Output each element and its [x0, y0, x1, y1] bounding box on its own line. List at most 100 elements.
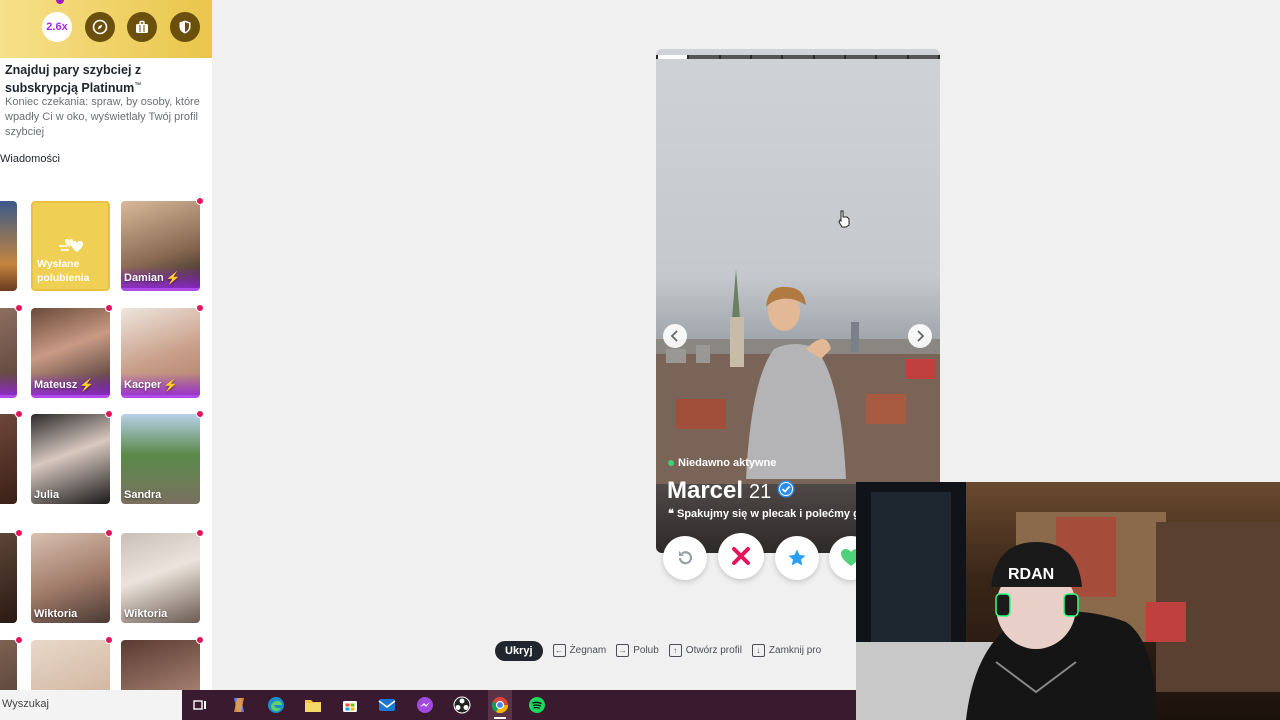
shield-icon[interactable] — [170, 12, 200, 42]
match-card-partial[interactable] — [0, 414, 17, 504]
online-indicator — [668, 460, 674, 466]
match-name: Damian ⚡ — [124, 271, 181, 285]
spotify-icon[interactable] — [527, 695, 547, 715]
match-card-partial[interactable] — [0, 640, 17, 690]
promo-description: Koniec czekania: spraw, by osoby, które … — [5, 96, 200, 138]
profile-name: Marcel 21 — [667, 477, 795, 505]
boost-multiplier-label: 2.6x — [46, 21, 68, 33]
match-card-partial[interactable] — [121, 640, 200, 690]
unread-dot — [196, 197, 204, 205]
search-placeholder: Wyszukaj — [2, 698, 49, 710]
match-card-partial[interactable] — [0, 308, 17, 398]
boost-icon: ⚡ — [79, 378, 95, 392]
unread-dot — [15, 410, 23, 418]
match-name: Mateusz ⚡ — [34, 378, 95, 392]
keyboard-shortcuts-bar: Ukryj ← Żegnam → Polub ↑ Otwórz profil ↓ Zam… — [495, 640, 821, 661]
profile-card[interactable]: Niedawno aktywne Marcel 21 ❝ Spakujmy się… — [656, 49, 940, 553]
match-card[interactable]: Mateusz ⚡ — [31, 308, 110, 398]
match-card[interactable]: Kacper ⚡ — [121, 308, 200, 398]
rewind-button[interactable] — [663, 536, 707, 580]
photo-progress-segment — [908, 55, 938, 59]
hand-cursor-icon — [838, 210, 850, 228]
taskbar: Wyszukaj — [0, 690, 856, 720]
match-card-partial[interactable] — [0, 533, 17, 623]
photo-progress-segment — [658, 55, 688, 59]
profile-bio: ❝ Spakujmy się w plecak i polećmy g — [668, 508, 860, 520]
active-app-indicator — [494, 717, 506, 719]
photo-progress-segment — [877, 55, 907, 59]
hearts-icon — [59, 238, 83, 252]
sent-likes-card[interactable]: Wysłane polubienia — [31, 201, 110, 291]
match-card-partial[interactable] — [0, 201, 17, 291]
edge-icon[interactable] — [266, 695, 286, 715]
arrow-right-key-icon: → — [616, 644, 630, 657]
chevron-right-icon — [917, 330, 925, 342]
star-icon — [788, 549, 806, 566]
shortcut-open-profile: ↑ Otwórz profil — [668, 644, 742, 657]
unread-dot — [105, 410, 113, 418]
shortcut-nope: ← Żegnam — [552, 644, 606, 657]
verified-badge-icon — [777, 480, 795, 498]
match-name: Kacper ⚡ — [124, 378, 179, 392]
photo-progress-segment — [720, 55, 750, 59]
explore-icon[interactable] — [85, 12, 115, 42]
store-icon[interactable] — [340, 695, 360, 715]
messages-tab[interactable]: Wiadomości — [0, 153, 60, 165]
rewind-icon — [678, 551, 693, 565]
match-name: Wiktoria — [124, 608, 168, 620]
next-photo-button[interactable] — [908, 324, 932, 348]
match-card[interactable]: Julia — [31, 414, 110, 504]
match-card[interactable]: Sandra — [121, 414, 200, 504]
taskbar-search[interactable]: Wyszukaj — [0, 690, 182, 720]
promo-title[interactable]: Znajduj pary szybciej z subskrypcją Plat… — [5, 62, 205, 96]
boost-multiplier-button[interactable]: 2.6x — [42, 12, 72, 42]
arrow-up-key-icon: ↑ — [668, 644, 682, 657]
messenger-icon[interactable] — [415, 695, 435, 715]
unread-dot — [15, 529, 23, 537]
notification-dot — [56, 0, 64, 4]
match-name: Sandra — [124, 489, 162, 501]
photo-progress-segment — [783, 55, 813, 59]
unread-dot — [196, 410, 204, 418]
task-view-icon[interactable] — [190, 695, 210, 715]
shortcut-like: → Polub — [616, 644, 659, 657]
mail-icon[interactable] — [377, 695, 397, 715]
close-icon — [732, 547, 750, 565]
file-explorer-icon[interactable] — [303, 695, 323, 715]
photo-progress-segment — [751, 55, 782, 59]
match-card[interactable]: Wiktoria — [121, 533, 200, 623]
unread-dot — [105, 304, 113, 312]
obs-icon[interactable] — [452, 695, 472, 715]
arrow-down-key-icon: ↓ — [751, 644, 765, 657]
photo-progress-segment — [814, 55, 844, 59]
webcam-video: RDAN — [856, 482, 1280, 720]
webcam-overlay: RDAN — [856, 482, 1280, 720]
photo-progress-segment — [689, 55, 719, 59]
match-name: Julia — [34, 489, 60, 501]
copilot-icon[interactable] — [229, 695, 249, 715]
shortcut-close-profile: ↓ Zamknij pro — [751, 644, 821, 657]
match-card-partial[interactable] — [31, 640, 110, 690]
chrome-icon[interactable] — [490, 695, 510, 715]
nope-button[interactable] — [718, 533, 764, 579]
sent-likes-label: Wysłane polubienia — [37, 258, 90, 284]
chevron-left-icon — [670, 330, 678, 342]
previous-photo-button[interactable] — [663, 324, 687, 348]
hide-shortcuts-button[interactable]: Ukryj — [495, 640, 543, 661]
super-like-button[interactable] — [775, 536, 819, 580]
match-name: Wiktoria — [34, 608, 78, 620]
promo-bar: 2.6x — [0, 0, 212, 58]
activity-status: Niedawno aktywne — [668, 457, 776, 469]
unread-dot — [105, 636, 113, 644]
unread-dot — [196, 304, 204, 312]
suitcase-icon[interactable] — [127, 12, 157, 42]
photo-progress-segment — [845, 55, 876, 59]
boost-icon: ⚡ — [165, 271, 181, 285]
photo-progress — [656, 55, 940, 59]
unread-dot — [15, 636, 23, 644]
unread-dot — [15, 304, 23, 312]
match-card[interactable]: Damian ⚡ — [121, 201, 200, 291]
boost-icon: ⚡ — [163, 378, 179, 392]
match-card[interactable]: Wiktoria — [31, 533, 110, 623]
unread-dot — [105, 529, 113, 537]
